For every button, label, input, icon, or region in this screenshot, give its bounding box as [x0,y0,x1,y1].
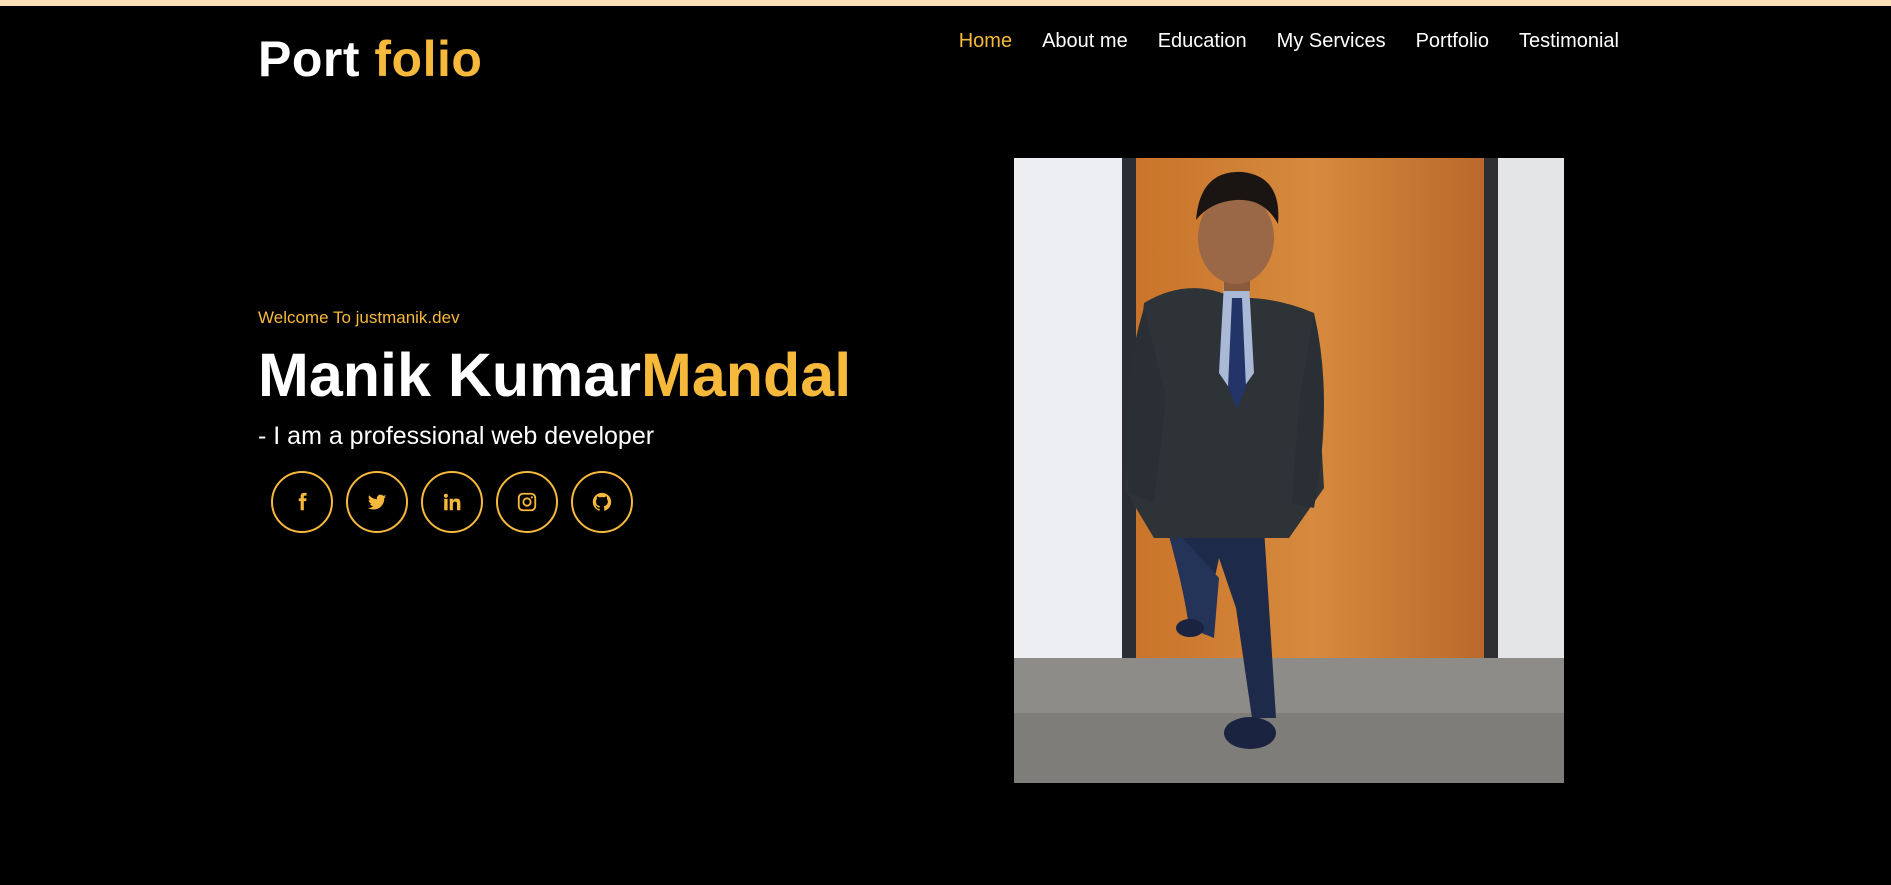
github-link[interactable] [571,471,633,533]
instagram-link[interactable] [496,471,558,533]
last-name: Mandal [641,341,852,409]
linkedin-link[interactable] [421,471,483,533]
logo-main-text: Port [258,31,360,87]
social-links [271,471,851,533]
welcome-text: Welcome To justmanik.dev [258,308,460,327]
instagram-icon [517,492,537,512]
github-icon [592,492,612,511]
hero-intro: Welcome To justmanik.dev Manik KumarMand… [258,308,851,533]
site-logo[interactable]: Port folio [258,30,482,88]
logo-accent-text: folio [374,31,483,87]
nav-my-services[interactable]: My Services [1277,30,1386,53]
top-strip [0,0,1891,6]
tagline: - I am a professional web developer [258,422,655,450]
profile-photo-illustration [1014,158,1564,783]
nav-testimonial[interactable]: Testimonial [1519,30,1619,53]
twitter-link[interactable] [346,471,408,533]
nav-education[interactable]: Education [1158,30,1247,53]
main-nav: Home About me Education My Services Port… [929,30,1619,53]
facebook-link[interactable] [271,471,333,533]
twitter-icon [367,494,387,510]
linkedin-icon [443,493,461,511]
first-name: Manik Kumar [258,341,642,409]
nav-about-me[interactable]: About me [1042,30,1128,53]
nav-home[interactable]: Home [959,30,1012,53]
profile-photo [1014,158,1564,783]
facebook-icon [298,492,307,511]
hero-name: Manik KumarMandal [258,345,851,406]
nav-portfolio[interactable]: Portfolio [1416,30,1489,53]
